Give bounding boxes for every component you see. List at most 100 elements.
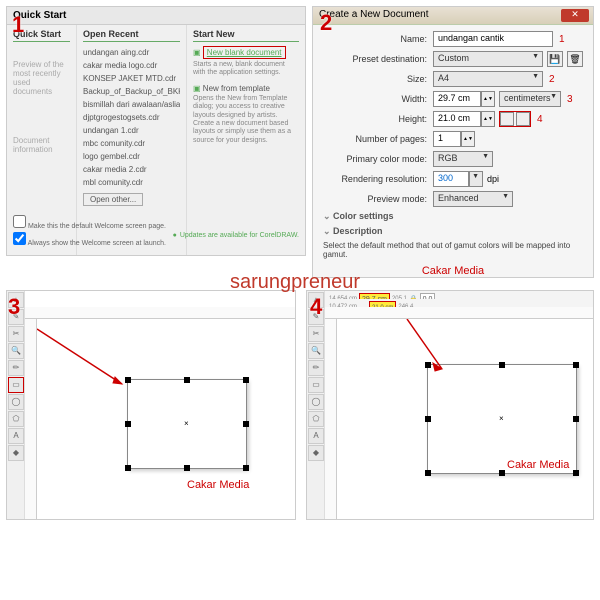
always-show-checkbox[interactable]	[13, 232, 26, 245]
orientation-buttons[interactable]	[499, 111, 531, 127]
callout-1: 1	[559, 34, 565, 45]
cakar-media-watermark: Cakar Media	[507, 459, 569, 471]
recent-item[interactable]: logo gembel.cdr	[83, 150, 180, 163]
size-label: Size:	[323, 74, 433, 84]
text-tool[interactable]: A	[308, 428, 324, 444]
new-from-template-link[interactable]: New from template	[203, 84, 270, 93]
callout-4: 4	[537, 114, 543, 125]
sidebar-docinfo-text: Document information	[13, 136, 70, 154]
toolbox: ▲ ✎ ✂ 🔍 ✏ ▭ ◯ ⬠ A ◆	[7, 291, 25, 519]
quick-start-title: Quick Start	[7, 7, 305, 25]
name-label: Name:	[323, 34, 433, 44]
height-spinner[interactable]: ▲▼	[481, 111, 495, 127]
updates-available[interactable]: Updates are available for CorelDRAW.	[173, 232, 299, 239]
recent-item[interactable]: cakar media logo.cdr	[83, 59, 180, 72]
step-number-3: 3	[8, 294, 20, 320]
name-field[interactable]: undangan cantik	[433, 31, 553, 47]
open-other-button[interactable]: Open other...	[83, 193, 143, 206]
preset-label: Preset destination:	[323, 54, 433, 64]
recent-item[interactable]: mbc comunity.cdr	[83, 137, 180, 150]
ruler-vertical	[325, 319, 337, 519]
document-icon: ▣	[193, 48, 201, 57]
width-spinner[interactable]: ▲▼	[481, 91, 495, 107]
create-document-dialog: Create a New Document ✕ Name: undangan c…	[312, 6, 594, 278]
crop-tool[interactable]: ✂	[308, 326, 324, 342]
freehand-tool[interactable]: ✏	[8, 360, 24, 376]
ellipse-tool[interactable]: ◯	[308, 394, 324, 410]
cakar-media-watermark: Cakar Media	[187, 479, 249, 491]
recent-item[interactable]: djptgrogestogsets.cdr	[83, 111, 180, 124]
resolution-field[interactable]: 300	[433, 171, 469, 187]
colormode-label: Primary color mode:	[323, 154, 433, 164]
polygon-tool[interactable]: ⬠	[308, 411, 324, 427]
description-section[interactable]: Description	[323, 226, 583, 237]
canvas-panel-3: ▲ ✎ ✂ 🔍 ✏ ▭ ◯ ⬠ A ◆ ×	[6, 290, 296, 520]
height-label: Height:	[323, 114, 433, 124]
pages-spinner[interactable]: ▲▼	[461, 131, 475, 147]
toolbox: ▲ ✎ ✂ 🔍 ✏ ▭ ◯ ⬠ A ◆	[307, 291, 325, 519]
delete-preset-button[interactable]: 🗑	[567, 51, 583, 67]
preview-dropdown[interactable]: Enhanced	[433, 191, 513, 207]
color-settings-section[interactable]: Color settings	[323, 211, 583, 222]
text-tool[interactable]: A	[8, 428, 24, 444]
preset-dropdown[interactable]: Custom	[433, 51, 543, 67]
width-label: Width:	[323, 94, 433, 104]
fill-tool[interactable]: ◆	[8, 445, 24, 461]
quick-start-panel: Quick Start Quick Start Preview of the m…	[6, 6, 306, 256]
recent-item[interactable]: mbl comunity.cdr	[83, 176, 180, 189]
polygon-tool[interactable]: ⬠	[8, 411, 24, 427]
resolution-label: Rendering resolution:	[323, 174, 433, 184]
sidebar-preview-text: Preview of the most recently used docume…	[13, 60, 70, 96]
callout-2: 2	[549, 74, 555, 85]
dialog-title: Create a New Document	[319, 9, 429, 20]
landscape-icon[interactable]	[516, 112, 530, 126]
freehand-tool[interactable]: ✏	[308, 360, 324, 376]
height-field[interactable]: 21.0 cm	[433, 111, 481, 127]
new-template-desc: Opens the New from Template dialog; you …	[193, 95, 299, 145]
rectangle-tool[interactable]: ▭	[8, 377, 24, 393]
portrait-icon[interactable]	[500, 112, 514, 126]
recent-item[interactable]: KONSEP JAKET MTD.cdr	[83, 72, 180, 85]
default-welcome-checkbox[interactable]	[13, 215, 26, 228]
recent-item[interactable]: Backup_of_Backup_of_BKK...	[83, 85, 180, 98]
dpi-label: dpi	[487, 174, 499, 184]
save-preset-button[interactable]: 💾	[547, 51, 563, 67]
recent-item[interactable]: undangan aing.cdr	[83, 46, 180, 59]
ruler-horizontal	[25, 307, 295, 319]
pages-field[interactable]: 1	[433, 131, 461, 147]
canvas[interactable]: × Cakar Media	[337, 319, 593, 519]
colormode-dropdown[interactable]: RGB	[433, 151, 493, 167]
canvas[interactable]: × Cakar Media	[37, 319, 295, 519]
step-number-1: 1	[12, 12, 24, 38]
recent-item[interactable]: cakar media 2.cdr	[83, 163, 180, 176]
step-number-4: 4	[310, 294, 322, 320]
open-recent-header: Open Recent	[83, 29, 180, 42]
width-field[interactable]: 29.7 cm	[433, 91, 481, 107]
canvas-panel-4: ▲ ✎ ✂ 🔍 ✏ ▭ ◯ ⬠ A ◆ 14.654 cm 29.7 cm 20…	[306, 290, 594, 520]
ruler-horizontal	[325, 307, 593, 319]
ellipse-tool[interactable]: ◯	[8, 394, 24, 410]
zoom-tool[interactable]: 🔍	[308, 343, 324, 359]
new-blank-document-link[interactable]: New blank document	[203, 46, 286, 59]
resolution-dd[interactable]	[469, 171, 483, 187]
step-number-2: 2	[320, 10, 332, 36]
new-blank-desc: Starts a new, blank document with the ap…	[193, 61, 299, 78]
ruler-vertical	[25, 319, 37, 519]
always-show-label: Always show the Welcome screen at launch…	[28, 240, 166, 247]
callout-3: 3	[567, 94, 573, 105]
crop-tool[interactable]: ✂	[8, 326, 24, 342]
rectangle-tool[interactable]: ▭	[308, 377, 324, 393]
recent-item[interactable]: undangan 1.cdr	[83, 124, 180, 137]
size-dropdown[interactable]: A4	[433, 71, 543, 87]
description-text: Select the default method that out of ga…	[323, 239, 583, 261]
zoom-tool[interactable]: 🔍	[8, 343, 24, 359]
preview-label: Preview mode:	[323, 194, 433, 204]
units-dropdown[interactable]: centimeters	[499, 91, 561, 107]
fill-tool[interactable]: ◆	[308, 445, 324, 461]
page-rectangle[interactable]: ×	[127, 379, 247, 469]
cakar-media-watermark: Cakar Media	[323, 265, 583, 277]
page-rectangle[interactable]: ×	[427, 364, 577, 474]
recent-item[interactable]: bismillah dari awalaan/aslia...	[83, 98, 180, 111]
start-new-header: Start New	[193, 29, 299, 42]
close-button[interactable]: ✕	[561, 9, 589, 22]
